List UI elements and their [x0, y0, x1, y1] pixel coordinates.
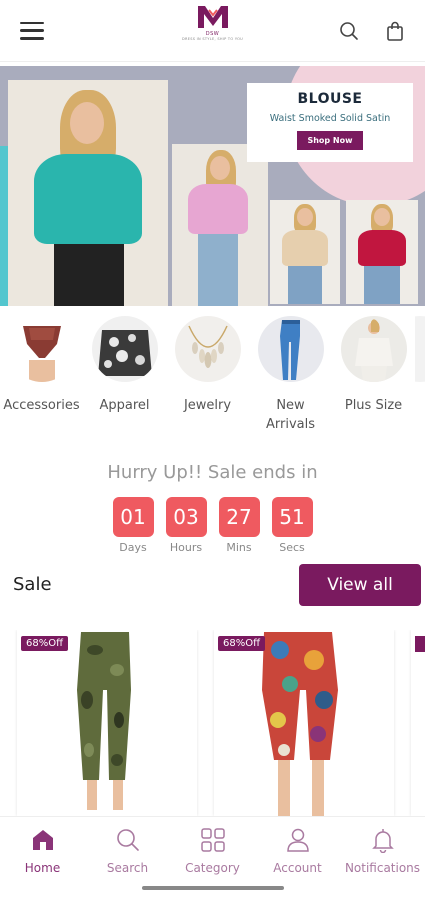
banner-subtitle: Waist Smoked Solid Satin [269, 113, 391, 124]
category-carousel[interactable]: Accessories Apparel Jewelry New Arrivals… [0, 316, 425, 446]
product-card[interactable]: 68%Off [17, 630, 197, 816]
category-item-accessories[interactable]: Accessories [0, 316, 83, 446]
category-label: Apparel [99, 398, 150, 413]
category-item-partial[interactable] [415, 316, 425, 446]
nav-label: Home [24, 861, 61, 875]
countdown-value: 51 [271, 497, 313, 537]
discount-badge: 68%Off [218, 636, 265, 651]
product-image [262, 632, 338, 816]
sale-section-header: Sale View all [0, 564, 425, 606]
nav-home[interactable]: Home [0, 817, 85, 900]
banner-model-photo [346, 200, 418, 304]
countdown-label: Mins [226, 541, 252, 554]
product-card[interactable] [411, 630, 425, 816]
shop-now-button[interactable]: Shop Now [297, 131, 363, 150]
view-all-button[interactable]: View all [299, 564, 421, 606]
hamburger-icon[interactable] [20, 21, 44, 40]
countdown-hours: 03 Hours [165, 497, 207, 554]
product-card[interactable]: 68%Off [214, 630, 394, 816]
nav-label: Notifications [344, 861, 421, 875]
countdown-title: Hurry Up!! Sale ends in [107, 462, 318, 483]
countdown-timer: 01 Days 03 Hours 27 Mins 51 Secs [0, 497, 425, 554]
nav-label: Search [106, 861, 149, 875]
app-header: DSW DRESS IN STYLE, SHIP TO YOU [0, 0, 425, 62]
category-label: Accessories [3, 398, 80, 413]
promo-banner[interactable]: BLOUSE Waist Smoked Solid Satin Shop Now [0, 66, 425, 306]
logo[interactable]: DSW DRESS IN STYLE, SHIP TO YOU [163, 4, 263, 41]
account-icon [286, 828, 309, 852]
discount-badge: 68%Off [21, 636, 68, 651]
banner-model-photo [172, 144, 268, 306]
logo-mark-icon [197, 6, 228, 28]
shopping-bag-icon[interactable] [385, 21, 405, 41]
banner-title: BLOUSE [297, 91, 363, 107]
category-image [257, 316, 324, 382]
nav-label: Category [185, 861, 240, 875]
category-image [91, 316, 158, 382]
category-item-plus-size[interactable]: Plus Size [332, 316, 415, 446]
sale-product-list[interactable]: 68%Off 68%Off [0, 630, 425, 816]
countdown-mins: 27 Mins [218, 497, 260, 554]
countdown-secs: 51 Secs [271, 497, 313, 554]
category-label: Jewelry [183, 398, 232, 413]
sale-title: Sale [13, 574, 52, 595]
nav-notifications[interactable]: Notifications [340, 817, 425, 900]
countdown-days: 01 Days [112, 497, 154, 554]
countdown-value: 27 [218, 497, 260, 537]
category-item-jewelry[interactable]: Jewelry [166, 316, 249, 446]
countdown-label: Days [119, 541, 147, 554]
product-image [77, 632, 131, 810]
category-image [340, 316, 407, 382]
countdown-value: 01 [112, 497, 154, 537]
banner-model-photo [270, 200, 340, 304]
category-label: New Arrivals [265, 398, 315, 432]
search-icon[interactable] [339, 21, 359, 41]
category-item-apparel[interactable]: Apparel [83, 316, 166, 446]
category-item-new-arrivals[interactable]: New Arrivals [249, 316, 332, 446]
category-image [415, 316, 425, 382]
home-indicator[interactable] [142, 886, 284, 890]
banner-model-photo [8, 80, 168, 306]
category-image [8, 316, 75, 382]
nav-label: Account [273, 861, 322, 875]
home-icon [32, 830, 53, 850]
search-icon [116, 829, 139, 851]
logo-tagline: DRESS IN STYLE, SHIP TO YOU [181, 37, 244, 41]
banner-promo-card: BLOUSE Waist Smoked Solid Satin Shop Now [247, 83, 413, 162]
countdown-label: Secs [279, 541, 305, 554]
bell-icon [371, 829, 394, 853]
category-image [174, 316, 241, 382]
countdown-label: Hours [169, 541, 203, 554]
category-label: Plus Size [344, 398, 403, 413]
category-grid-icon [200, 828, 225, 852]
countdown-value: 03 [165, 497, 207, 537]
